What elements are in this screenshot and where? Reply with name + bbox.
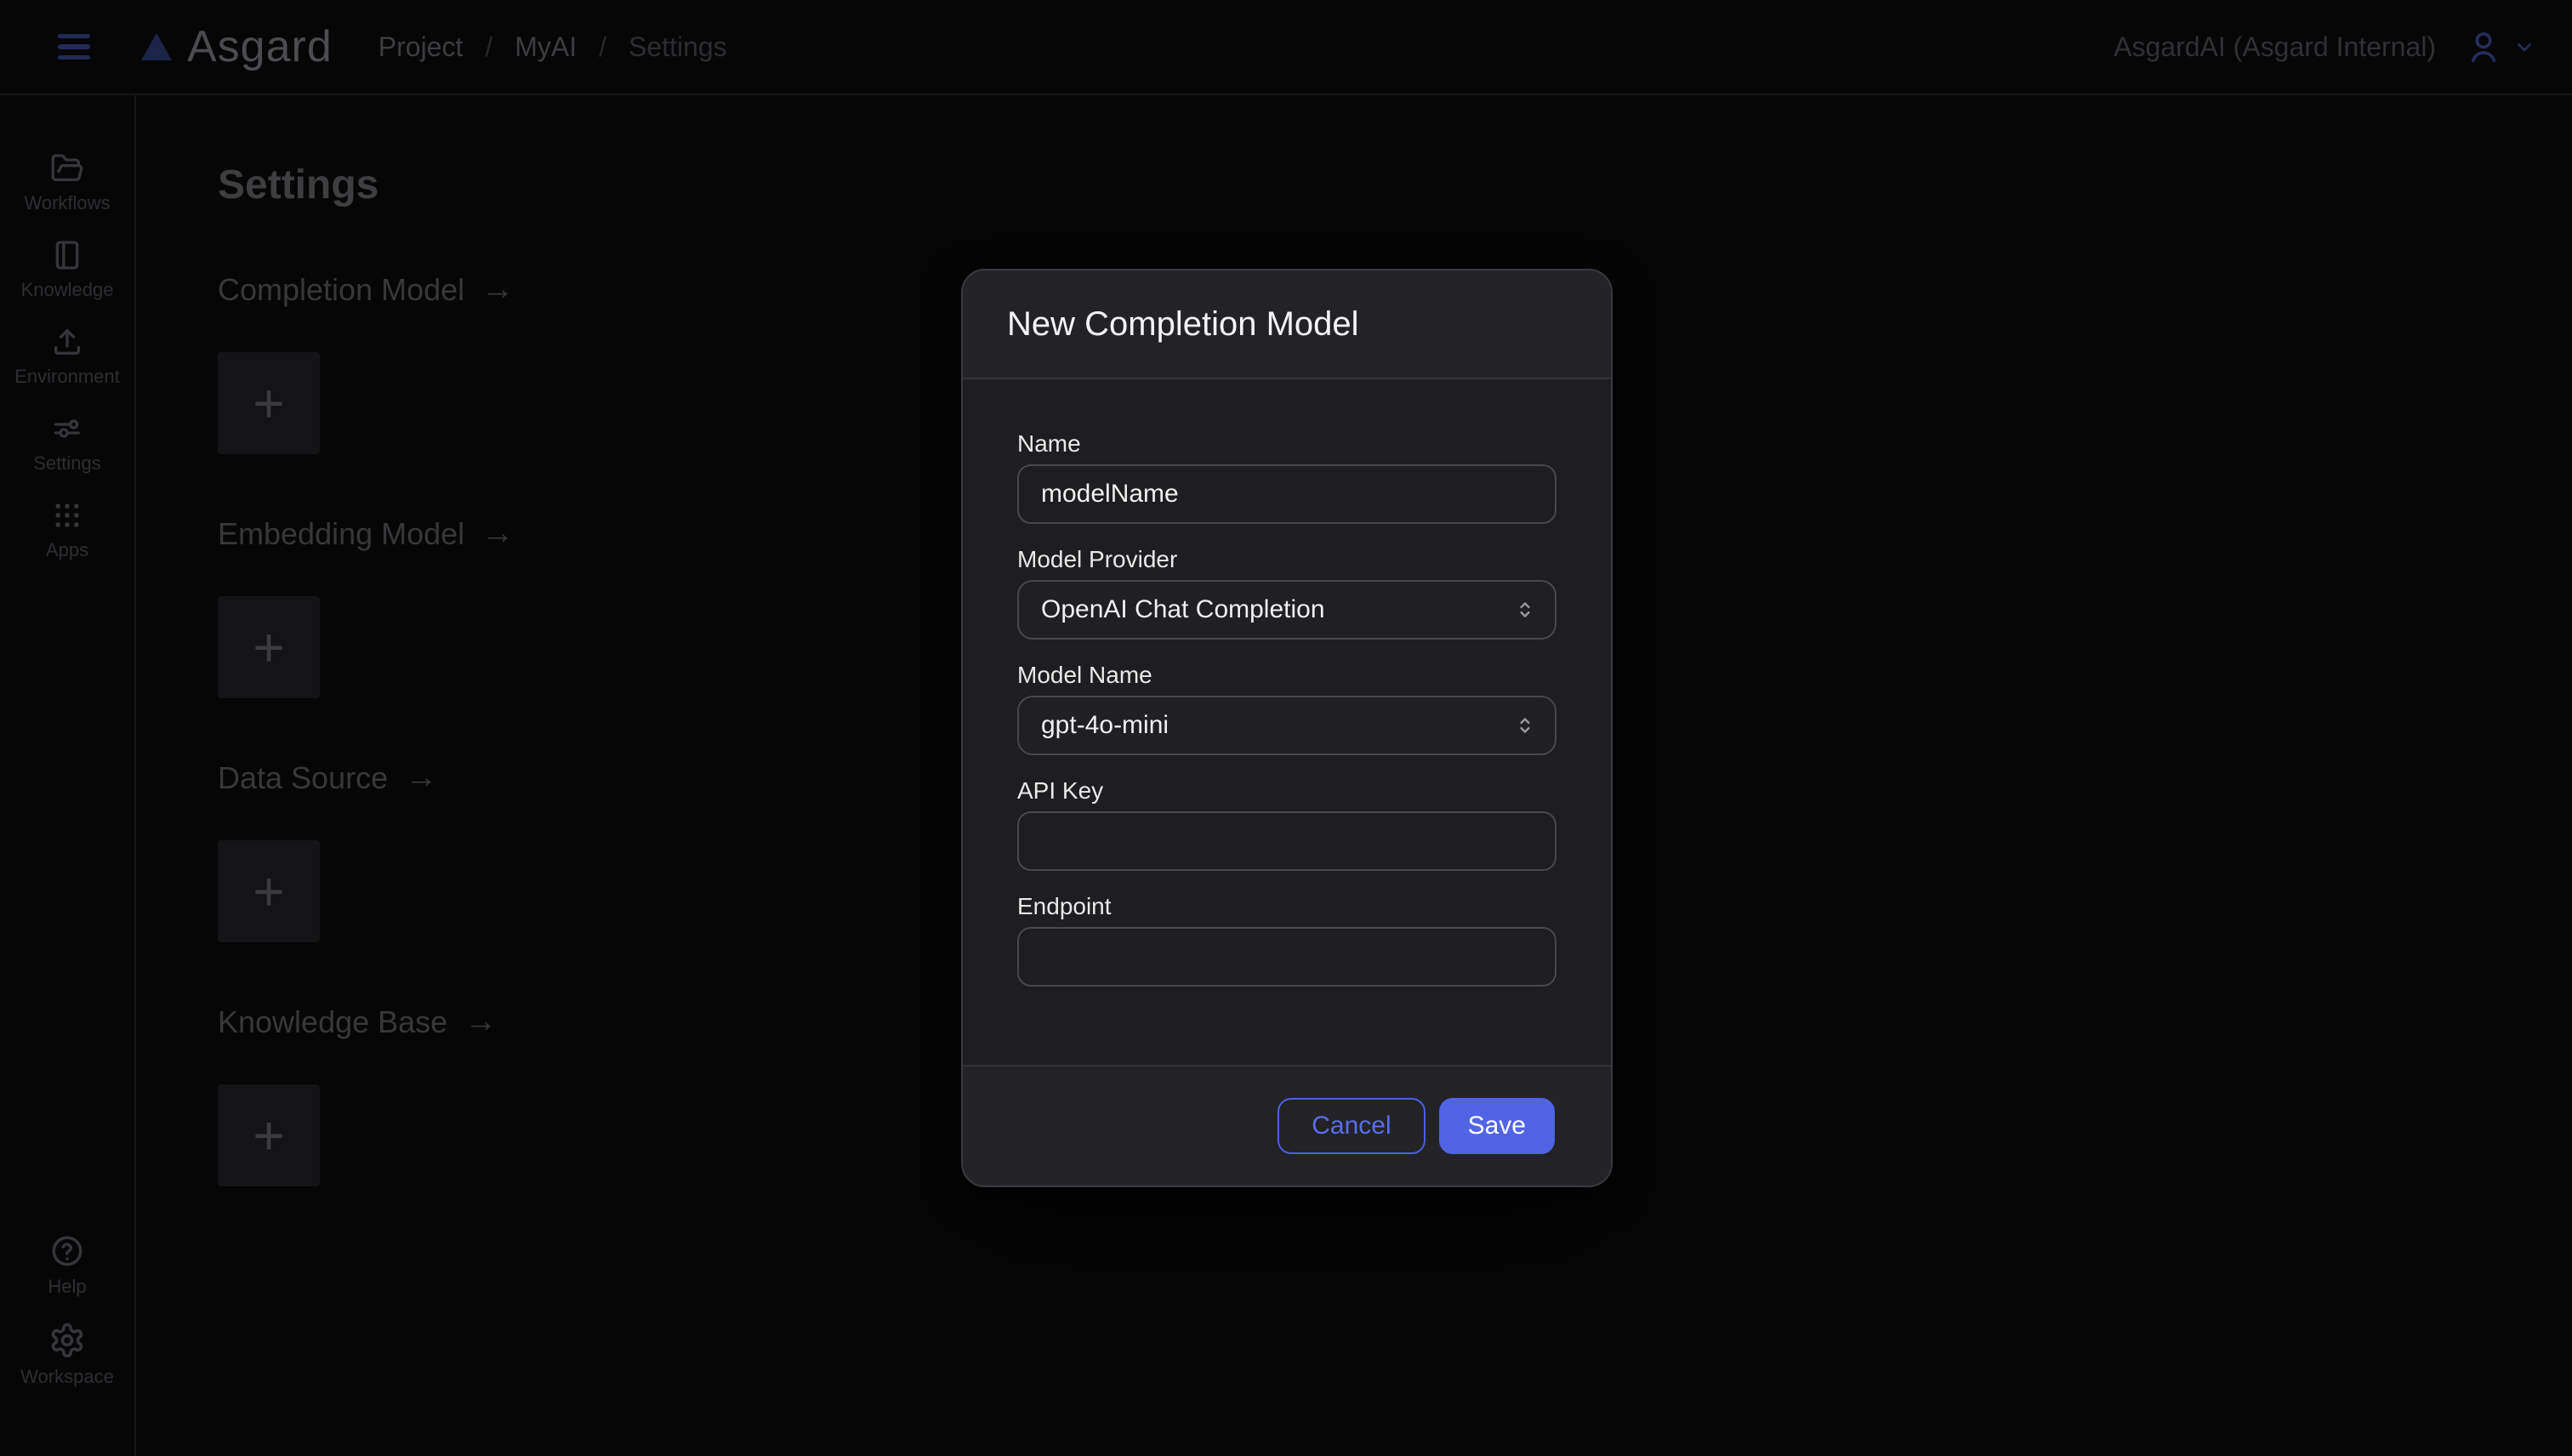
- sidebar-item-knowledge[interactable]: Knowledge: [0, 238, 134, 301]
- field-model-provider: Model Provider OpenAI Chat Completion: [1017, 546, 1556, 640]
- logo-text: Asgard: [187, 21, 333, 72]
- dialog-footer: Cancel Save: [963, 1065, 1611, 1186]
- app-root: Asgard Project / MyAI / Settings AsgardAI (A…: [0, 0, 2572, 1456]
- api-key-input[interactable]: [1017, 811, 1556, 871]
- section-title: Embedding Model: [218, 516, 464, 552]
- plus-icon: +: [253, 620, 284, 674]
- arrow-right-icon: →: [405, 759, 437, 796]
- sidebar-bottom: Help Workspace: [0, 1233, 134, 1412]
- sidebar-item-label: Workflows: [24, 192, 110, 214]
- field-endpoint: Endpoint: [1017, 893, 1556, 987]
- folder-open-icon: [50, 151, 84, 185]
- section-title: Knowledge Base: [218, 1004, 447, 1040]
- sidebar-item-label: Apps: [46, 539, 88, 561]
- field-label: Endpoint: [1017, 893, 1556, 920]
- sidebar-item-label: Settings: [33, 452, 101, 475]
- grid-dots-icon: [50, 498, 84, 532]
- breadcrumb-item-myai[interactable]: MyAI: [515, 31, 577, 63]
- book-icon: [50, 238, 84, 272]
- upload-icon: [50, 325, 84, 359]
- logo[interactable]: Asgard: [141, 21, 333, 72]
- sidebar-item-workflows[interactable]: Workflows: [0, 151, 134, 214]
- plus-icon: +: [253, 1108, 284, 1163]
- sidebar: Workflows Knowledge Environment Settings App…: [0, 95, 136, 1456]
- app-header: Asgard Project / MyAI / Settings AsgardAI (A…: [0, 0, 2572, 95]
- add-data-source-button[interactable]: +: [218, 840, 320, 942]
- endpoint-input[interactable]: [1017, 927, 1556, 987]
- select-value: gpt-4o-mini: [1041, 711, 1512, 740]
- dialog-title: New Completion Model: [1007, 305, 1359, 344]
- chevrons-up-down-icon: [1512, 597, 1538, 623]
- sidebar-item-label: Knowledge: [21, 279, 114, 301]
- chevron-down-icon: [2511, 33, 2538, 60]
- field-label: Model Provider: [1017, 546, 1556, 573]
- sliders-icon: [50, 412, 84, 446]
- arrow-right-icon: →: [481, 271, 514, 308]
- model-provider-select[interactable]: OpenAI Chat Completion: [1017, 580, 1556, 640]
- section-title: Completion Model: [218, 272, 464, 308]
- sidebar-item-help[interactable]: Help: [0, 1233, 134, 1298]
- select-value: OpenAI Chat Completion: [1041, 595, 1512, 624]
- account-menu[interactable]: AsgardAI (Asgard Internal): [2114, 28, 2538, 65]
- person-icon: [2465, 28, 2502, 65]
- gear-icon: [48, 1322, 86, 1359]
- plus-icon: +: [253, 376, 284, 430]
- page-title: Settings: [218, 162, 2572, 208]
- cancel-button[interactable]: Cancel: [1277, 1098, 1425, 1154]
- add-embedding-model-button[interactable]: +: [218, 596, 320, 698]
- field-label: Model Name: [1017, 662, 1556, 689]
- sidebar-item-label: Environment: [14, 366, 120, 388]
- dialog-header: New Completion Model: [963, 270, 1611, 379]
- model-name-select[interactable]: gpt-4o-mini: [1017, 696, 1556, 755]
- sidebar-item-label: Help: [48, 1276, 86, 1298]
- logo-triangle-icon: [141, 33, 172, 60]
- breadcrumb-item-project[interactable]: Project: [378, 31, 464, 63]
- account-label: AsgardAI (Asgard Internal): [2114, 31, 2436, 63]
- sidebar-item-environment[interactable]: Environment: [0, 325, 134, 388]
- new-completion-model-dialog: New Completion Model Name Model Provider O…: [961, 269, 1613, 1187]
- field-api-key: API Key: [1017, 777, 1556, 871]
- field-label: Name: [1017, 430, 1556, 458]
- arrow-right-icon: →: [464, 1004, 497, 1040]
- plus-icon: +: [253, 864, 284, 919]
- save-button[interactable]: Save: [1439, 1098, 1555, 1154]
- add-completion-model-button[interactable]: +: [218, 352, 320, 454]
- name-input[interactable]: [1017, 464, 1556, 524]
- help-circle-icon: [49, 1233, 85, 1269]
- sidebar-nav: Workflows Knowledge Environment Settings App…: [0, 151, 134, 585]
- breadcrumb: Project / MyAI / Settings: [378, 31, 727, 63]
- section-title: Data Source: [218, 760, 388, 796]
- field-label: API Key: [1017, 777, 1556, 805]
- field-name: Name: [1017, 430, 1556, 524]
- add-knowledge-base-button[interactable]: +: [218, 1084, 320, 1186]
- chevrons-up-down-icon: [1512, 713, 1538, 738]
- arrow-right-icon: →: [481, 515, 514, 552]
- sidebar-item-workspace[interactable]: Workspace: [0, 1322, 134, 1388]
- sidebar-item-apps[interactable]: Apps: [0, 498, 134, 561]
- hamburger-icon: [58, 34, 90, 38]
- dialog-body: Name Model Provider OpenAI Chat Completion…: [963, 379, 1611, 1065]
- menu-button[interactable]: [58, 34, 90, 60]
- breadcrumb-separator: /: [485, 31, 492, 63]
- sidebar-item-settings[interactable]: Settings: [0, 412, 134, 475]
- field-model-name: Model Name gpt-4o-mini: [1017, 662, 1556, 755]
- breadcrumb-item-settings[interactable]: Settings: [629, 31, 727, 63]
- sidebar-item-label: Workspace: [20, 1366, 114, 1388]
- breadcrumb-separator: /: [599, 31, 606, 63]
